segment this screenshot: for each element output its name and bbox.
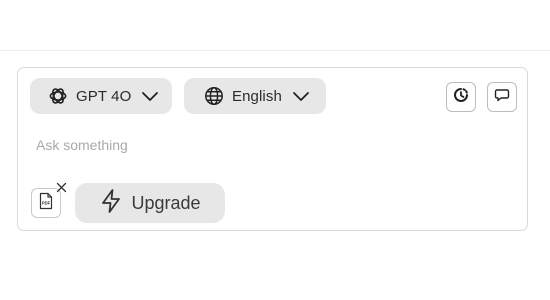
history-icon	[452, 86, 470, 109]
remove-attachment-button[interactable]	[55, 182, 68, 195]
chevron-down-icon	[141, 90, 159, 102]
chevron-down-icon	[292, 90, 310, 102]
close-icon	[56, 180, 67, 198]
chat-button[interactable]	[487, 82, 517, 112]
ask-input[interactable]	[36, 134, 506, 156]
upgrade-button[interactable]: Upgrade	[75, 183, 225, 223]
globe-icon	[204, 86, 224, 106]
model-selector[interactable]: GPT 4O	[30, 78, 172, 114]
chat-bubble-icon	[494, 87, 510, 108]
language-label: English	[232, 87, 282, 105]
chat-composer: GPT 4O English Ask something PDF Upgrade	[17, 67, 528, 231]
pdf-type-label: PDF	[42, 200, 51, 205]
language-selector[interactable]: English	[184, 78, 326, 114]
lightning-icon	[99, 188, 123, 219]
top-divider	[0, 50, 550, 51]
model-label: GPT 4O	[76, 87, 132, 105]
openai-logo-icon	[48, 86, 68, 106]
pdf-file-icon: PDF	[38, 192, 54, 215]
upgrade-label: Upgrade	[131, 192, 201, 213]
history-button[interactable]	[446, 82, 476, 112]
